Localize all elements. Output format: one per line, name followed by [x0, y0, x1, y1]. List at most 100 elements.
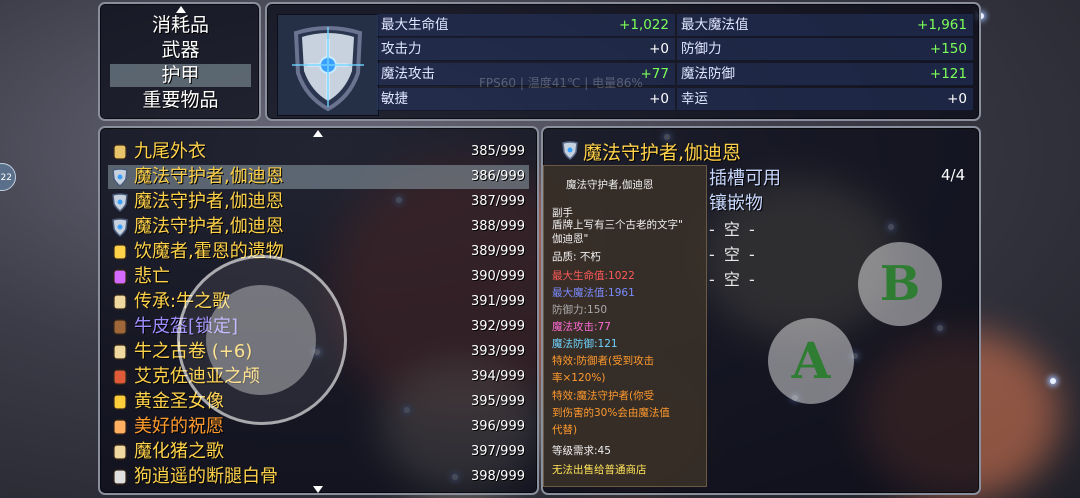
item-count: 394/999 — [470, 369, 525, 384]
stat-value: +150 — [929, 41, 967, 57]
stat-label: 魔法攻击 — [381, 66, 435, 82]
category-consumables[interactable]: 消耗品 — [110, 14, 251, 37]
helmet-icon — [110, 317, 130, 337]
list-item[interactable]: 九尾外衣 385/999 — [108, 140, 529, 164]
scroll-icon — [110, 292, 130, 312]
item-count: 395/999 — [470, 394, 525, 409]
tooltip-line: 最大生命值:1022 — [552, 270, 635, 282]
ring-icon — [110, 267, 130, 287]
empty-slot[interactable]: - 空 - — [709, 241, 757, 265]
item-name: 九尾外衣 — [134, 141, 206, 162]
item-count: 388/999 — [470, 219, 525, 234]
stat-label: 最大魔法值 — [681, 17, 749, 33]
tooltip-line: 代替) — [552, 424, 578, 436]
equipped-item-frame — [277, 14, 379, 116]
item-count: 392/999 — [470, 319, 525, 334]
list-item[interactable]: 魔法守护者,伽迪恩 386/999 — [108, 165, 529, 189]
item-count: 393/999 — [470, 344, 525, 359]
shield-icon — [110, 217, 130, 237]
tooltip-line: 特效:防御者(受到攻击 — [552, 355, 655, 367]
tooltip-line: 品质: 不朽 — [552, 251, 601, 263]
fps-overlay: FPS60 | 温度41℃ | 电量86% — [479, 76, 643, 90]
item-count: 391/999 — [470, 294, 525, 309]
item-name: 魔化猪之歌 — [134, 441, 224, 462]
stat-value: +1,022 — [619, 17, 669, 33]
list-scroll-up-icon[interactable] — [313, 130, 323, 137]
list-item[interactable]: 魔化猪之歌 397/999 — [108, 440, 529, 464]
item-name: 狗逍遥的断腿白骨 — [134, 466, 278, 487]
stat-value: +77 — [640, 66, 670, 82]
stat-label: 攻击力 — [381, 41, 422, 57]
item-count: 397/999 — [470, 444, 525, 459]
stat-attack: 攻击力 +0 — [377, 38, 675, 61]
item-name: 魔法守护者,伽迪恩 — [134, 166, 284, 187]
tooltip-line: 魔法守护者,伽迪恩 — [566, 179, 654, 191]
detail-title: 魔法守护者,伽迪恩 — [583, 142, 742, 164]
stat-value: +0 — [649, 41, 669, 57]
stat-magic-defense: 魔法防御 +121 — [677, 63, 973, 86]
item-tooltip: 魔法守护者,伽迪恩 副手 盾牌上写有三个古老的文字" 伽迪恩" 品质: 不朽 最大生命值:… — [543, 165, 707, 487]
stat-agility: 敏捷 +0 — [377, 88, 675, 111]
a-button[interactable]: A — [768, 318, 854, 404]
stats-panel: 最大生命值 +1,022 攻击力 +0 魔法攻击 +77 敏捷 +0 最大魔法值… — [265, 2, 981, 121]
stat-value: +0 — [649, 91, 669, 107]
tooltip-line: 伽迪恩" — [552, 233, 589, 245]
slot-available-label: 插槽可用 — [709, 168, 781, 189]
stat-label: 幸运 — [681, 91, 708, 107]
tooltip-line: 特效:魔法守护者(你受 — [552, 390, 655, 402]
shield-icon — [110, 192, 130, 212]
slot-count: 4/4 — [941, 166, 966, 184]
joystick-knob[interactable] — [206, 285, 316, 395]
item-name: 悲亡 — [134, 266, 170, 287]
empty-slot[interactable]: - 空 - — [709, 216, 757, 240]
item-count: 389/999 — [470, 244, 525, 259]
stat-value: +121 — [929, 66, 967, 82]
item-count: 385/999 — [470, 144, 525, 159]
tooltip-line: 防御力:150 — [552, 304, 608, 316]
bone-icon — [110, 467, 130, 487]
list-item[interactable]: 魔法守护者,伽迪恩 387/999 — [108, 190, 529, 214]
list-item[interactable]: 美好的祝愿 396/999 — [108, 415, 529, 439]
empty-slot[interactable]: - 空 - — [709, 266, 757, 290]
stat-label: 防御力 — [681, 41, 722, 57]
tooltip-line: 魔法攻击:77 — [552, 321, 611, 333]
scroll-up-arrow-icon[interactable] — [176, 6, 186, 13]
category-panel: 消耗品 武器 护甲 重要物品 — [98, 2, 261, 121]
scroll-icon — [110, 342, 130, 362]
item-count: 387/999 — [470, 194, 525, 209]
tooltip-line: 率×120%) — [552, 372, 606, 384]
item-count: 386/999 — [470, 169, 525, 184]
cloak-icon — [110, 142, 130, 162]
inlay-label: 镶嵌物 — [709, 193, 763, 214]
stat-luck: 幸运 +0 — [677, 88, 973, 111]
stat-defense: 防御力 +150 — [677, 38, 973, 61]
list-scroll-down-icon[interactable] — [313, 486, 323, 493]
item-name: 美好的祝愿 — [134, 416, 224, 437]
tooltip-line: 无法出售给普通商店 — [552, 464, 647, 476]
tooltip-line: 盾牌上写有三个古老的文字" — [552, 219, 683, 231]
tooltip-line: 等级需求:45 — [552, 445, 611, 457]
item-count: 396/999 — [470, 419, 525, 434]
category-key-items[interactable]: 重要物品 — [110, 89, 251, 112]
stat-value: +1,961 — [917, 17, 967, 33]
stat-max-hp: 最大生命值 +1,022 — [377, 14, 675, 37]
shield-icon — [562, 141, 578, 160]
stat-label: 敏捷 — [381, 91, 408, 107]
stat-max-mp: 最大魔法值 +1,961 — [677, 14, 973, 37]
tooltip-line: 到伤害的30%会由魔法值 — [552, 407, 670, 419]
item-count: 398/999 — [470, 469, 525, 484]
item-count: 390/999 — [470, 269, 525, 284]
category-armor[interactable]: 护甲 — [110, 64, 251, 87]
list-item[interactable]: 饮魔者,霍恩的遗物 389/999 — [108, 240, 529, 264]
scroll-icon — [110, 442, 130, 462]
category-weapons[interactable]: 武器 — [110, 39, 251, 62]
skull-icon — [110, 367, 130, 387]
stat-label: 魔法防御 — [681, 66, 735, 82]
shield-icon — [292, 26, 364, 112]
item-name: 魔法守护者,伽迪恩 — [134, 216, 284, 237]
tooltip-line: 魔法防御:121 — [552, 338, 618, 350]
list-item[interactable]: 魔法守护者,伽迪恩 388/999 — [108, 215, 529, 239]
b-button[interactable]: B — [858, 242, 942, 326]
cloud-icon — [110, 417, 130, 437]
statue-icon — [110, 392, 130, 412]
